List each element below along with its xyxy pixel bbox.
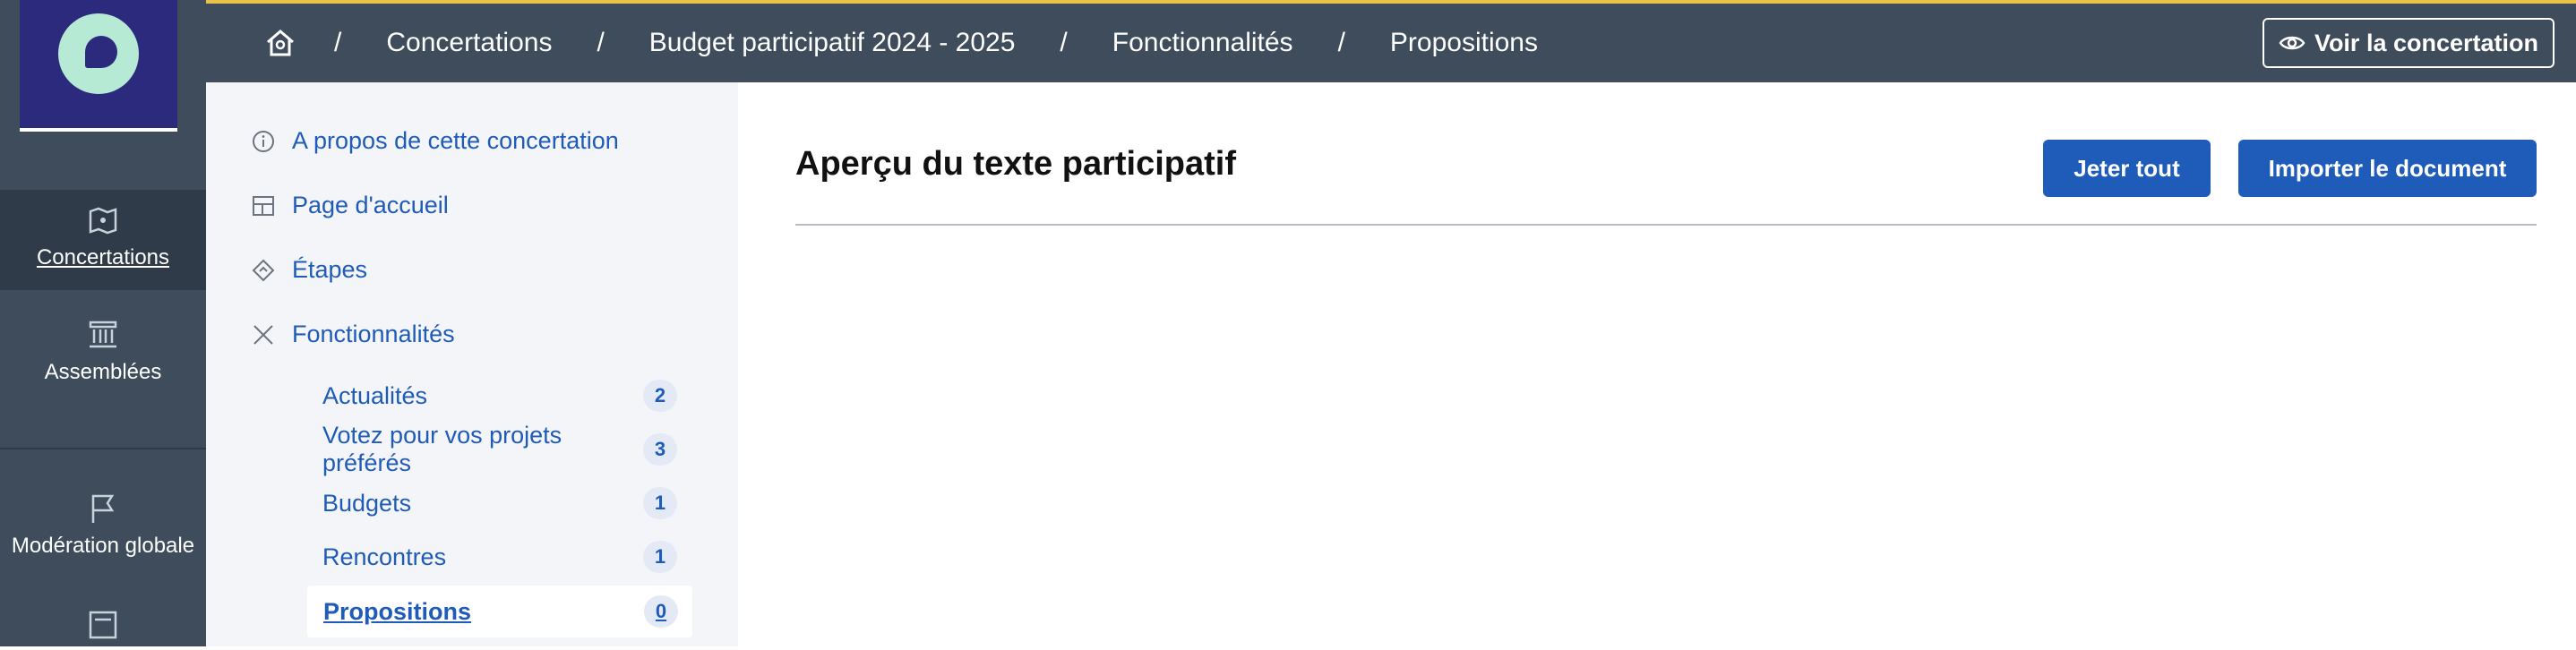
flag-icon xyxy=(91,494,115,523)
breadcrumb-fonctionnalites[interactable]: Fonctionnalités xyxy=(1112,28,1293,58)
map-icon xyxy=(89,207,117,235)
component-sidebar: A propos de cette concertation Page d'ac… xyxy=(206,82,738,646)
count-badge: 0 xyxy=(644,595,678,628)
component-item-votes[interactable]: Votez pour vos projets préférés 3 xyxy=(306,422,691,476)
logo-icon xyxy=(58,13,139,94)
component-label: Budgets xyxy=(322,489,412,517)
component-item-budgets[interactable]: Budgets 1 xyxy=(306,480,691,526)
view-concertation-button[interactable]: Voir la concertation xyxy=(2262,18,2555,68)
count-badge: 1 xyxy=(643,487,677,519)
breadcrumb-separator: / xyxy=(1337,28,1345,57)
steps-icon xyxy=(252,259,275,281)
sidebar-item-steps[interactable]: Étapes xyxy=(251,256,367,284)
sidebar-item-landing[interactable]: Page d'accueil xyxy=(251,192,449,219)
nav-label: Modération globale xyxy=(11,534,195,558)
sidebar-item-label: A propos de cette concertation xyxy=(292,127,619,154)
top-bar: / Concertations / Budget participatif 20… xyxy=(206,0,2576,82)
sidebar-item-label: Page d'accueil xyxy=(292,192,449,218)
logo[interactable] xyxy=(20,0,177,132)
nav-divider xyxy=(0,448,206,449)
component-label: Actualités xyxy=(322,381,428,409)
nav-item-moderation[interactable]: Modération globale xyxy=(0,491,206,559)
breadcrumb-concertations[interactable]: Concertations xyxy=(386,28,552,58)
breadcrumb: / Concertations / Budget participatif 20… xyxy=(264,4,1583,82)
main-navigation: Concertations Assemblées Modération glob… xyxy=(0,0,206,646)
component-item-rencontres[interactable]: Rencontres 1 xyxy=(306,534,691,580)
sidebar-item-components[interactable]: Fonctionnalités xyxy=(251,321,455,348)
component-item-actualites[interactable]: Actualités 2 xyxy=(306,372,691,419)
component-label: Rencontres xyxy=(322,543,447,570)
info-icon xyxy=(253,130,274,152)
sidebar-item-label: Fonctionnalités xyxy=(292,321,455,347)
nav-item-concertations[interactable]: Concertations xyxy=(0,190,206,290)
page-title: Aperçu du texte participatif xyxy=(795,145,1236,183)
component-item-propositions[interactable]: Propositions 0 xyxy=(307,586,692,637)
sidebar-item-about[interactable]: A propos de cette concertation xyxy=(251,127,619,155)
count-badge: 2 xyxy=(643,380,677,412)
tools-icon xyxy=(253,324,273,345)
eye-icon xyxy=(2279,36,2306,50)
discard-all-button[interactable]: Jeter tout xyxy=(2043,140,2211,197)
breadcrumb-separator: / xyxy=(1060,28,1068,57)
component-label: Votez pour vos projets préférés xyxy=(322,422,562,476)
layout-icon xyxy=(253,195,274,216)
divider xyxy=(795,224,2537,226)
nav-item-assemblees[interactable]: Assemblées xyxy=(0,317,206,385)
count-badge: 3 xyxy=(643,433,677,466)
count-badge: 1 xyxy=(643,541,677,573)
import-document-button[interactable]: Importer le document xyxy=(2238,140,2537,197)
breadcrumb-propositions[interactable]: Propositions xyxy=(1390,28,1538,58)
breadcrumb-budget[interactable]: Budget participatif 2024 - 2025 xyxy=(649,28,1016,58)
institution-icon xyxy=(89,321,117,348)
nav-label: Assemblées xyxy=(44,360,162,384)
component-label: Propositions xyxy=(323,597,472,625)
nav-item-pages[interactable] xyxy=(0,607,206,650)
newspaper-icon xyxy=(89,611,117,639)
view-button-label: Voir la concertation xyxy=(2314,29,2538,56)
nav-label: Concertations xyxy=(36,245,170,269)
sidebar-item-label: Étapes xyxy=(292,256,368,283)
home-icon[interactable] xyxy=(264,27,296,59)
breadcrumb-separator: / xyxy=(597,28,605,57)
breadcrumb-separator: / xyxy=(334,28,342,57)
